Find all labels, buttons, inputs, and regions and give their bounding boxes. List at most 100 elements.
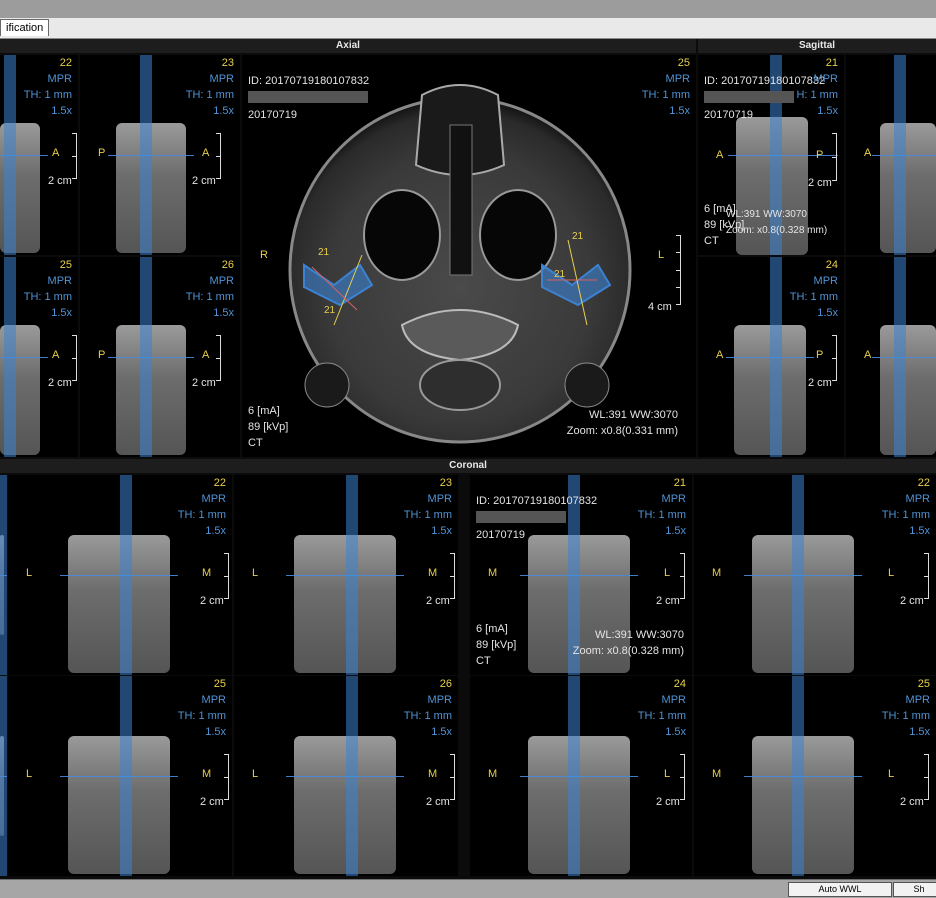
coronal-ma: 6 [mA] [476,623,508,635]
status-bar: Auto WWL Sh [0,879,936,898]
slice-number: 25 [213,678,226,690]
axial-viewport[interactable]: ID: 20170719180107832 20170719 25 MPR TH… [242,55,696,457]
sagittal-right-cell-1[interactable]: A [846,55,936,255]
cell-info-block: 23 MPR TH: 1 mm 1.5x [186,55,234,119]
plane-line [872,357,936,358]
dir-left-label: M [488,567,498,579]
slice-number: 22 [917,477,930,489]
sagittal-study-date: 20170719 [704,109,753,121]
left-cell-4[interactable]: 26 MPR TH: 1 mm 1.5x P A 2 cm [80,257,240,457]
axial-header: Axial [0,39,696,53]
sagittal-right-cell-2[interactable]: A [846,257,936,457]
coronal-modality: CT [476,655,491,667]
left-cell-1[interactable]: 22 MPR TH: 1 mm 1.5x A 2 cm [0,55,78,255]
left-cell-2[interactable]: 23 MPR TH: 1 mm 1.5x P A 2 cm [80,55,240,255]
cell-info-block: 22 MPR TH: 1 mm 1.5x [24,55,72,119]
dir-left-label: A [864,147,872,159]
sagittal-info-block: 21 MPR H: 1 mm 1.5x [796,55,838,119]
sagittal-scale-bar [830,133,837,181]
dir-right-label: M [428,567,438,579]
sagittal-dir-right: P [816,149,824,161]
scale-label: 2 cm [192,175,216,187]
mpr-label: MPR [661,694,686,706]
scale-bar [678,754,685,800]
thickness: TH: 1 mm [177,509,226,521]
coronal-cell-1[interactable]: 22 MPR TH: 1 mm 1.5x L M 2 cm [8,475,232,675]
coronal-patient-id: ID: 20170719180107832 [476,495,598,507]
scale-label: 2 cm [656,595,680,607]
coronal-cell-6[interactable]: 26 MPR TH: 1 mm 1.5x L M 2 cm [234,676,458,876]
coronal-cell-2[interactable]: 23 MPR TH: 1 mm 1.5x L M 2 cm [234,475,458,675]
mpr-label: MPR [661,493,686,505]
coronal-study-date: 20170719 [476,529,525,541]
coronal-left-strip-2[interactable] [0,676,7,876]
thickness: TH: 1 mm [23,89,72,101]
scale-label: 2 cm [48,175,72,187]
zoom-level: 1.5x [205,726,226,738]
coronal-cell-3[interactable]: 21 MPR TH: 1 mm 1.5x M L 2 cm ID: 2017071918010… [470,475,692,675]
plane-line [520,776,638,777]
sagittal-main-cell[interactable]: ID: 20170719180107832 20170719 21 MPR H:… [698,55,844,255]
dir-left-label: L [26,567,33,579]
sagittal-slice-number: 21 [825,57,838,69]
axial-patient-id: ID: 20170719180107832 [248,75,370,87]
dir-right-label: A [202,147,210,159]
bone-slice [880,123,936,253]
coronal-header: Coronal [0,459,936,473]
scale-bar [222,553,229,599]
cell-info-block: 22 MPR TH: 1 mm 1.5x [178,475,226,539]
auto-wwl-button[interactable]: Auto WWL [788,882,892,897]
mpr-label: MPR [201,694,226,706]
dir-left-label: L [252,768,259,780]
plane-line [60,776,178,777]
scale-label: 2 cm [426,796,450,808]
left-cell-3[interactable]: 25 MPR TH: 1 mm 1.5x A 2 cm [0,257,78,457]
mpr-label: MPR [201,493,226,505]
tab-classification[interactable]: ification [0,19,50,36]
coronal-cell-7[interactable]: 24 MPR TH: 1 mm 1.5x M L 2 cm [470,676,692,876]
zoom-level: 1.5x [431,525,452,537]
slice-number: 25 [59,259,72,271]
axial-dir-left: R [260,249,268,261]
zoom-level: 1.5x [817,307,838,319]
thickness: TH: 1 mm [23,291,72,303]
axial-kvp: 89 [kVp] [248,421,289,433]
scale-label: 2 cm [48,377,72,389]
plane-line [286,575,404,576]
cell-info-block: 26 MPR TH: 1 mm 1.5x [186,257,234,321]
slice-number: 23 [221,57,234,69]
zoom-level: 1.5x [205,525,226,537]
scale-label: 2 cm [192,377,216,389]
scale-label: 2 cm [426,595,450,607]
cell-info-block: 26 MPR TH: 1 mm 1.5x [404,676,452,740]
scale-bar [678,553,685,599]
mpr-label: MPR [209,73,234,85]
coronal-cell-8[interactable]: 25 MPR TH: 1 mm 1.5x M L 2 cm [694,676,936,876]
bone-slice [68,736,170,874]
thickness: TH: 1 mm [185,89,234,101]
axial-exposure-info: 6 [mA] 89 [kVp] CT [248,403,288,451]
sagittal-cell-24[interactable]: 24 MPR TH: 1 mm 1.5x A P 2 cm [698,257,844,457]
dir-left-label: P [98,349,106,361]
scale-bar [448,553,455,599]
sagittal-header: Sagittal [698,39,936,53]
coronal-left-strip-1[interactable] [0,475,7,675]
slice-number: 22 [213,477,226,489]
dir-right-label: A [52,349,60,361]
axial-scale-label: 4 cm [648,301,672,313]
plane-line [108,155,194,156]
coronal-cell-5[interactable]: 25 MPR TH: 1 mm 1.5x L M 2 cm [8,676,232,876]
plane-line [0,575,7,576]
axial-zoom-info: Zoom: x0.8(0.331 mm) [566,425,678,437]
sagittal-thickness: H: 1 mm [796,89,838,101]
thickness: TH: 1 mm [637,509,686,521]
coronal-cell-4[interactable]: 22 MPR TH: 1 mm 1.5x M L 2 cm [694,475,936,675]
axial-thickness: TH: 1 mm [641,89,690,101]
scale-bar [214,133,221,179]
axial-marker-1: 21 [318,247,330,258]
thickness: TH: 1 mm [403,509,452,521]
zoom-level: 1.5x [51,307,72,319]
scale-bar [922,754,929,800]
slice-number: 26 [221,259,234,271]
show-button[interactable]: Sh [893,882,936,897]
